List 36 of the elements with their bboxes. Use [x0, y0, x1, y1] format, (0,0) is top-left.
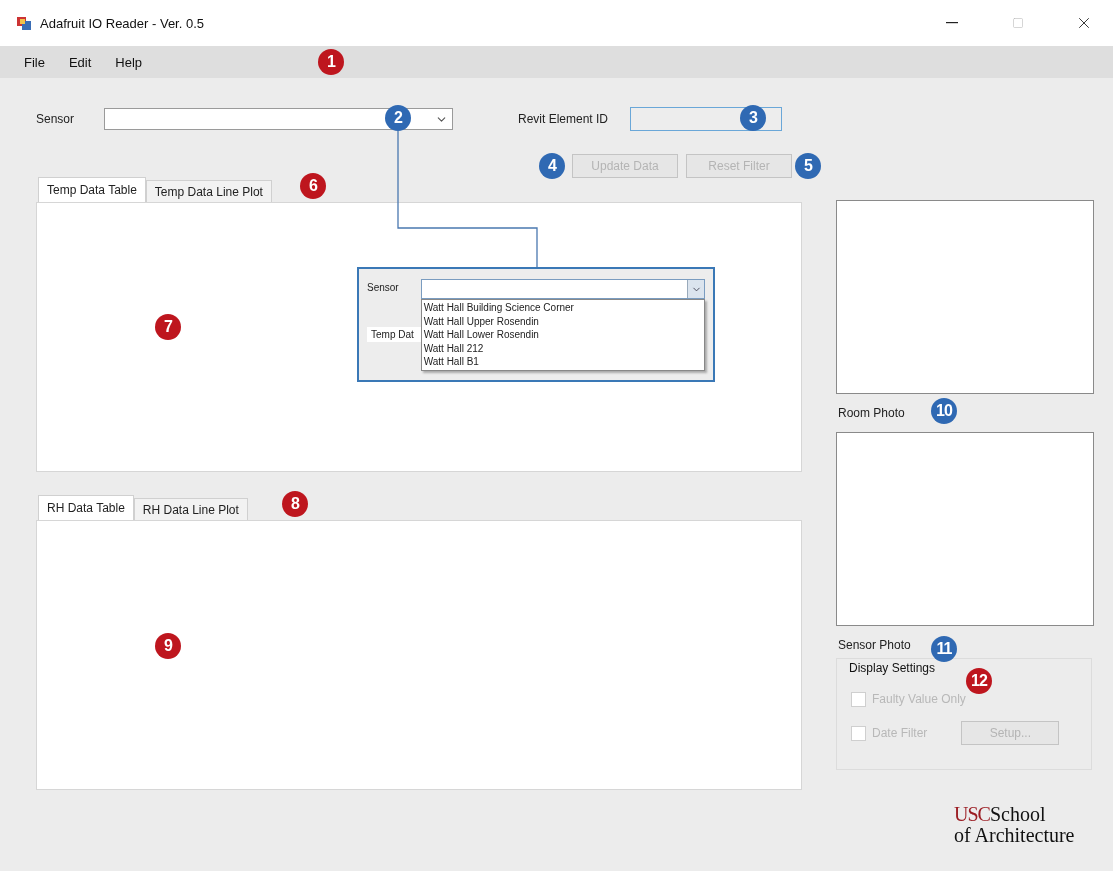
number-badge: 10 — [931, 398, 957, 424]
minimize-icon — [946, 22, 958, 24]
tab[interactable]: RH Data Table — [38, 495, 134, 520]
maximize-icon — [1012, 17, 1024, 29]
dropdown-option[interactable]: Watt Hall Lower Rosendin — [423, 328, 702, 342]
dropdown-option[interactable]: Watt Hall B1 — [423, 355, 702, 369]
number-badge: 4 — [539, 153, 565, 179]
tab[interactable]: Temp Data Line Plot — [145, 180, 272, 202]
number-badge: 6 — [300, 173, 326, 199]
dropdown-option[interactable]: Watt Hall 212 — [423, 341, 702, 355]
number-badge: 2 — [385, 105, 411, 131]
revit-element-id-label: Revit Element ID — [518, 112, 609, 126]
sensor-dropdown[interactable] — [420, 279, 705, 299]
menu-item[interactable]: Help — [105, 50, 153, 74]
tab[interactable]: Temp Data Table — [38, 177, 146, 202]
app-icon — [16, 15, 32, 31]
room-photo-label: Room Photo — [838, 406, 905, 420]
tab[interactable]: RH Data Line Plot — [133, 498, 248, 520]
tab[interactable]: Temp Dat — [367, 327, 421, 342]
dropdown-option[interactable]: Watt Hall Upper Rosendin — [423, 314, 702, 328]
menu-item[interactable]: Edit — [58, 50, 102, 74]
logo-text: School — [989, 803, 1046, 825]
sensor-label: Sensor — [36, 112, 76, 126]
number-badge: 12 — [966, 668, 992, 694]
logo-mark: USC — [954, 803, 990, 825]
sensor-photo-label: Sensor Photo — [838, 638, 911, 652]
dropdown-option[interactable]: Watt Hall Building Science Corner — [423, 301, 702, 315]
window-title: Adafruit IO Reader - Ver. 0.5 — [40, 15, 206, 31]
sensor-dropdown[interactable] — [104, 108, 453, 130]
number-badge: 8 — [282, 491, 308, 517]
number-badge: 11 — [931, 636, 957, 662]
group-title: Display Settings — [849, 661, 936, 675]
logo-text: of Architecture — [954, 824, 1075, 846]
number-badge: 5 — [795, 153, 821, 179]
sensor-label: Sensor — [367, 282, 400, 293]
menu-item[interactable]: File — [14, 50, 55, 74]
